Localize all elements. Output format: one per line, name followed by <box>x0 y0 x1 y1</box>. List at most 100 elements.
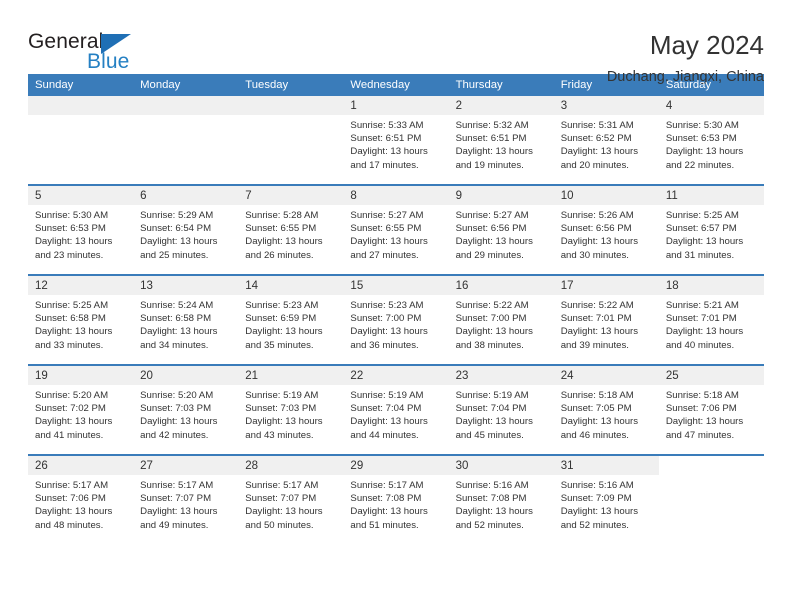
sunset-text: Sunset: 7:03 PM <box>140 403 212 415</box>
daylight-text-line1: Daylight: 13 hours <box>560 416 639 428</box>
calendar-day-cell[interactable]: 26 Sunrise: 5:17 AM Sunset: 7:06 PM Dayligh… <box>28 456 134 544</box>
sunrise-text: Sunrise: 5:18 AM <box>665 390 739 401</box>
sunrise-text: Sunrise: 5:17 AM <box>35 480 109 491</box>
day-details: Sunrise: 5:25 AM Sunset: 6:57 PM Daylight:… <box>659 205 764 268</box>
calendar-day-cell[interactable]: 5 Sunrise: 5:30 AM Sunset: 6:53 PM Daylight… <box>28 186 134 274</box>
general-blue-logo[interactable]: General Blue <box>28 28 148 76</box>
daylight-text-line2: and 48 minutes. <box>35 519 104 531</box>
calendar-cell-empty <box>133 96 239 184</box>
calendar-day-cell[interactable]: 15 Sunrise: 5:23 AM Sunset: 7:00 PM Dayligh… <box>343 276 449 364</box>
day-number: 13 <box>140 280 153 292</box>
day-number: 21 <box>245 370 259 382</box>
sunrise-text: Sunrise: 5:17 AM <box>350 480 424 491</box>
calendar-day-cell[interactable]: 16 Sunrise: 5:22 AM Sunset: 7:00 PM Dayligh… <box>448 276 554 364</box>
day-number: 31 <box>560 460 574 472</box>
calendar-day-cell[interactable]: 20 Sunrise: 5:20 AM Sunset: 7:03 PM Dayligh… <box>133 366 239 454</box>
calendar-day-cell[interactable]: 12 Sunrise: 5:25 AM Sunset: 6:58 PM Dayligh… <box>28 276 134 364</box>
day-details: Sunrise: 5:17 AM Sunset: 7:07 PM Daylight:… <box>238 475 343 538</box>
calendar-day-cell[interactable]: 14 Sunrise: 5:23 AM Sunset: 6:59 PM Dayligh… <box>238 276 344 364</box>
calendar-day-cell[interactable]: 21 Sunrise: 5:19 AM Sunset: 7:03 PM Dayligh… <box>238 366 344 454</box>
day-number-bar <box>658 456 764 475</box>
day-number: 3 <box>560 100 568 112</box>
weekday-wednesday: Wednesday <box>350 79 410 91</box>
calendar-day-cell[interactable]: 4 Sunrise: 5:30 AM Sunset: 6:53 PM Daylight… <box>658 96 764 184</box>
sunrise-text: Sunrise: 5:27 AM <box>455 210 529 221</box>
sunset-text: Sunset: 6:54 PM <box>140 223 212 235</box>
calendar-day-cell[interactable]: 19 Sunrise: 5:20 AM Sunset: 7:02 PM Dayligh… <box>28 366 134 454</box>
calendar-day-cell[interactable]: 27 Sunrise: 5:17 AM Sunset: 7:07 PM Dayligh… <box>133 456 239 544</box>
calendar-day-cell[interactable]: 17 Sunrise: 5:22 AM Sunset: 7:01 PM Dayligh… <box>553 276 659 364</box>
day-number-bar: 29 <box>343 456 449 475</box>
day-number-bar: 9 <box>448 186 554 205</box>
sunrise-text: Sunrise: 5:20 AM <box>35 390 109 401</box>
page-header: General Blue May 2024 Duchang, Jiangxi, … <box>28 0 764 85</box>
sunset-text: Sunset: 7:02 PM <box>35 403 106 415</box>
calendar-day-cell[interactable]: 1 Sunrise: 5:33 AM Sunset: 6:51 PM Daylight… <box>343 96 449 184</box>
calendar-day-cell[interactable]: 24 Sunrise: 5:18 AM Sunset: 7:05 PM Dayligh… <box>553 366 659 454</box>
day-number-bar: 4 <box>658 96 764 115</box>
calendar-day-cell[interactable]: 29 Sunrise: 5:17 AM Sunset: 7:08 PM Dayligh… <box>343 456 449 544</box>
calendar-day-cell[interactable]: 3 Sunrise: 5:31 AM Sunset: 6:52 PM Daylight… <box>553 96 659 184</box>
daylight-text-line1: Daylight: 13 hours <box>455 146 533 158</box>
calendar-day-cell[interactable]: 18 Sunrise: 5:21 AM Sunset: 7:01 PM Dayligh… <box>658 276 764 364</box>
calendar-week-row: 19 Sunrise: 5:20 AM Sunset: 7:02 PM Dayligh… <box>28 364 764 454</box>
day-number-bar: 17 <box>553 276 659 295</box>
day-details: Sunrise: 5:16 AM Sunset: 7:09 PM Daylight:… <box>554 475 659 538</box>
day-number-bar: 10 <box>553 186 659 205</box>
sunrise-text: Sunrise: 5:16 AM <box>455 480 529 491</box>
page-title: May 2024 <box>649 30 764 60</box>
day-details: Sunrise: 5:18 AM Sunset: 7:06 PM Daylight:… <box>659 385 764 448</box>
daylight-text-line1: Daylight: 13 hours <box>455 326 533 338</box>
calendar-day-cell[interactable]: 22 Sunrise: 5:19 AM Sunset: 7:04 PM Dayligh… <box>343 366 449 454</box>
sunrise-text: Sunrise: 5:18 AM <box>560 390 634 401</box>
day-number: 11 <box>665 190 678 202</box>
daylight-text-line1: Daylight: 13 hours <box>665 416 744 428</box>
daylight-text-line1: Daylight: 13 hours <box>35 326 113 338</box>
sunset-text: Sunset: 6:51 PM <box>350 133 422 145</box>
day-number: 23 <box>455 370 469 382</box>
daylight-text-line1: Daylight: 13 hours <box>665 326 744 338</box>
calendar-week-row: 1 Sunrise: 5:33 AM Sunset: 6:51 PM Daylight… <box>28 96 764 184</box>
day-number: 6 <box>140 190 147 202</box>
day-details: Sunrise: 5:22 AM Sunset: 7:00 PM Daylight:… <box>449 295 554 358</box>
day-number-bar: 21 <box>238 366 344 385</box>
sunrise-text: Sunrise: 5:27 AM <box>350 210 424 221</box>
calendar-page: General Blue May 2024 Duchang, Jiangxi, … <box>0 0 792 612</box>
sunrise-text: Sunrise: 5:30 AM <box>35 210 109 221</box>
day-details: Sunrise: 5:26 AM Sunset: 6:56 PM Daylight:… <box>554 205 659 268</box>
calendar-day-cell[interactable]: 25 Sunrise: 5:18 AM Sunset: 7:06 PM Dayligh… <box>658 366 764 454</box>
calendar-day-cell[interactable]: 30 Sunrise: 5:16 AM Sunset: 7:08 PM Dayligh… <box>448 456 554 544</box>
day-number-bar: 27 <box>133 456 239 475</box>
day-number-bar: 22 <box>343 366 449 385</box>
day-details: Sunrise: 5:16 AM Sunset: 7:08 PM Daylight:… <box>449 475 554 538</box>
day-number: 15 <box>350 280 364 292</box>
day-number-bar: 16 <box>448 276 554 295</box>
daylight-text-line2: and 49 minutes. <box>140 519 209 531</box>
daylight-text-line2: and 47 minutes. <box>665 429 735 441</box>
daylight-text-line1: Daylight: 13 hours <box>245 326 323 338</box>
calendar-day-cell[interactable]: 9 Sunrise: 5:27 AM Sunset: 6:56 PM Daylight… <box>448 186 554 274</box>
daylight-text-line2: and 17 minutes. <box>350 159 419 171</box>
calendar-day-cell[interactable]: 13 Sunrise: 5:24 AM Sunset: 6:58 PM Dayligh… <box>133 276 239 364</box>
day-number: 28 <box>245 460 259 472</box>
sunset-text: Sunset: 6:51 PM <box>455 133 527 145</box>
calendar-day-cell[interactable]: 28 Sunrise: 5:17 AM Sunset: 7:07 PM Dayligh… <box>238 456 344 544</box>
calendar-day-cell[interactable]: 23 Sunrise: 5:19 AM Sunset: 7:04 PM Dayligh… <box>448 366 554 454</box>
sunset-text: Sunset: 6:57 PM <box>665 223 737 235</box>
day-number: 19 <box>35 370 48 382</box>
daylight-text-line1: Daylight: 13 hours <box>665 146 744 158</box>
daylight-text-line1: Daylight: 13 hours <box>350 416 428 428</box>
sunrise-text: Sunrise: 5:22 AM <box>560 300 634 311</box>
calendar-day-cell[interactable]: 31 Sunrise: 5:16 AM Sunset: 7:09 PM Dayligh… <box>553 456 659 544</box>
calendar-day-cell[interactable]: 7 Sunrise: 5:28 AM Sunset: 6:55 PM Daylight… <box>238 186 344 274</box>
sunrise-text: Sunrise: 5:29 AM <box>140 210 214 221</box>
daylight-text-line1: Daylight: 13 hours <box>140 506 218 518</box>
day-details: Sunrise: 5:23 AM Sunset: 7:00 PM Daylight:… <box>343 295 448 358</box>
calendar-day-cell[interactable]: 6 Sunrise: 5:29 AM Sunset: 6:54 PM Daylight… <box>133 186 239 274</box>
sunset-text: Sunset: 6:59 PM <box>245 313 317 325</box>
calendar-day-cell[interactable]: 8 Sunrise: 5:27 AM Sunset: 6:55 PM Daylight… <box>343 186 449 274</box>
daylight-text-line2: and 45 minutes. <box>455 429 524 441</box>
calendar-day-cell[interactable]: 10 Sunrise: 5:26 AM Sunset: 6:56 PM Dayligh… <box>553 186 659 274</box>
calendar-day-cell[interactable]: 11 Sunrise: 5:25 AM Sunset: 6:57 PM Dayligh… <box>658 186 764 274</box>
calendar-day-cell[interactable]: 2 Sunrise: 5:32 AM Sunset: 6:51 PM Daylight… <box>448 96 554 184</box>
